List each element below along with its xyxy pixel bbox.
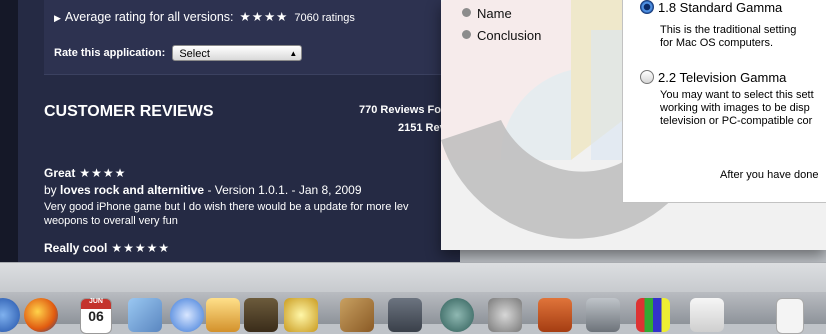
iphoto-icon[interactable] [206, 298, 240, 332]
rate-select-value: Select [179, 48, 210, 60]
review-title-row: Great ★★★★ [44, 166, 408, 180]
itunes-icon[interactable] [170, 298, 204, 332]
description-line: This is the traditional setting [660, 24, 797, 36]
step-bullet-icon [462, 30, 471, 39]
finder-icon[interactable] [0, 298, 20, 332]
review-stars: ★★★★ [79, 166, 127, 180]
rate-select[interactable]: Select ▲ [172, 45, 303, 61]
description-line: television or PC-compatible cor [660, 115, 813, 127]
instruction-text: After you have done [720, 169, 819, 181]
imovie-icon[interactable] [244, 298, 278, 332]
review-body-line: weopons to overall very fun [44, 215, 178, 227]
review-body-line: Very good iPhone game but I do wish ther… [44, 201, 409, 213]
select-arrows-icon: ▲ [289, 49, 298, 58]
average-rating-label: Average rating for all versions: [64, 10, 234, 24]
option-label: 1.8 Standard Gamma [658, 0, 783, 15]
average-stars: ★★★★ [239, 10, 289, 24]
review-title: Great [44, 166, 76, 180]
review-item: Really cool ★★★★★ [44, 241, 170, 255]
by-prefix: by [44, 183, 57, 197]
review-author[interactable]: loves rock and alternitive [60, 183, 204, 197]
ratings-count: 7060 ratings [294, 12, 355, 24]
app-icon[interactable] [538, 298, 572, 332]
sidebar-edge [0, 0, 18, 262]
spaces-icon[interactable] [388, 298, 422, 332]
customer-reviews-title: CUSTOMER REVIEWS [44, 103, 214, 120]
description-line: for Mac OS computers. [660, 37, 774, 49]
calendar-icon[interactable]: JUN 06 [80, 298, 112, 334]
calendar-day: 06 [88, 308, 104, 324]
gamma-options-pane: 1.8 Standard Gamma This is the tradition… [622, 0, 826, 203]
radio-unselected-icon[interactable] [640, 70, 654, 84]
butler-icon[interactable] [690, 298, 724, 332]
system-preferences-icon[interactable] [488, 298, 522, 332]
average-rating-row[interactable]: ▶ Average rating for all versions: ★★★★ 706… [54, 9, 355, 24]
gamma-2-2-option[interactable]: 2.2 Television Gamma [640, 70, 786, 85]
review-title: Really cool [44, 241, 108, 255]
activity-monitor-icon[interactable] [636, 298, 670, 332]
review-stars: ★★★★★ [111, 241, 171, 255]
reviews-summary-link-1[interactable]: 770 Reviews Fo [359, 104, 441, 116]
step-label: Conclusion [477, 28, 542, 43]
script-editor-icon[interactable] [586, 298, 620, 332]
document-icon[interactable] [776, 298, 804, 334]
star-app-icon[interactable] [284, 298, 318, 332]
step-name: Name [462, 6, 512, 21]
option-label: 2.2 Television Gamma [658, 70, 787, 85]
review-title-row: Really cool ★★★★★ [44, 241, 170, 255]
radio-selected-icon[interactable] [640, 0, 654, 14]
step-bullet-icon [462, 8, 471, 17]
time-machine-icon[interactable] [440, 298, 474, 332]
calendar-month: JUN [88, 298, 103, 305]
rate-app-row: Rate this application: Select ▲ [54, 45, 303, 61]
calibrator-dialog: Name Conclusion 1.8 Standard Gamma This … [441, 0, 826, 250]
firefox-icon[interactable] [24, 298, 58, 332]
rate-label: Rate this application: [54, 46, 166, 59]
review-body: Very good iPhone game but I do wish ther… [44, 200, 408, 228]
step-conclusion: Conclusion [462, 28, 541, 43]
rating-box: ▶ Average rating for all versions: ★★★★ 706… [44, 0, 460, 75]
reviews-summary-link-2[interactable]: 2151 Rev [398, 122, 446, 134]
photos-icon[interactable] [128, 298, 162, 332]
dock: JUN 06 [0, 292, 826, 334]
review-byline: by loves rock and alternitive - Version … [44, 183, 408, 197]
description-line: You may want to select this sett [660, 89, 814, 101]
garageband-icon[interactable] [340, 298, 374, 332]
step-label: Name [477, 6, 512, 21]
app-store-panel: ▶ Average rating for all versions: ★★★★ 706… [0, 0, 460, 262]
disclosure-triangle-icon[interactable]: ▶ [54, 13, 61, 23]
description-line: working with images to be disp [660, 102, 810, 114]
option-description: This is the traditional setting for Mac … [660, 24, 796, 50]
gamma-1-8-option[interactable]: 1.8 Standard Gamma [640, 0, 782, 15]
review-meta: - Version 1.0.1. - Jan 8, 2009 [207, 183, 362, 197]
option-description: You may want to select this sett working… [660, 89, 814, 128]
review-item: Great ★★★★ by loves rock and alternitive … [44, 166, 408, 228]
